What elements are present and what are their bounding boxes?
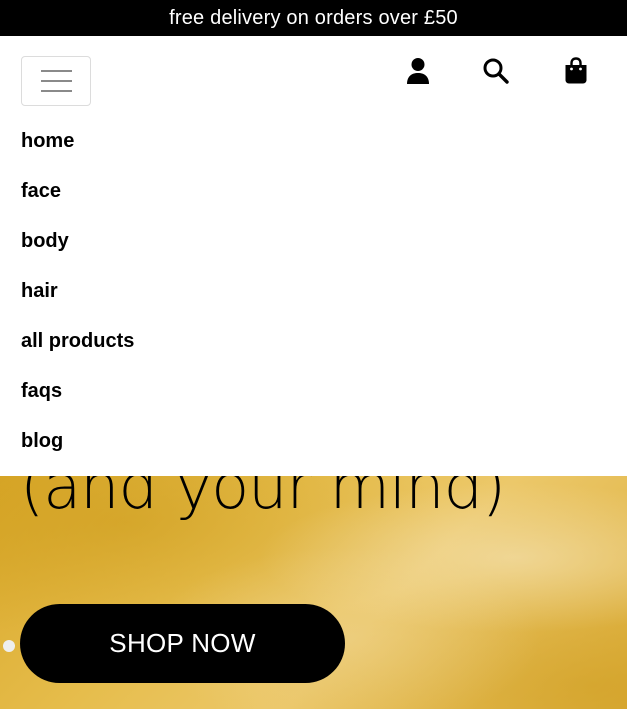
nav-item-home[interactable]: home <box>0 116 627 166</box>
menu-toggle-button[interactable] <box>21 56 91 106</box>
announcement-bar: free delivery on orders over £50 <box>0 0 627 36</box>
announcement-text: free delivery on orders over £50 <box>169 6 458 29</box>
account-icon <box>407 58 429 84</box>
shop-now-button[interactable]: SHOP NOW <box>20 604 345 683</box>
search-button[interactable] <box>481 56 511 86</box>
cart-button[interactable] <box>561 56 591 86</box>
nav-item-blog[interactable]: blog <box>0 416 627 466</box>
nav-item-all-products[interactable]: all products <box>0 316 627 366</box>
hero-banner: (and your mind) SHOP NOW <box>0 476 627 709</box>
nav-item-face[interactable]: face <box>0 166 627 216</box>
hamburger-menu-icon <box>40 80 72 82</box>
hamburger-menu-icon <box>40 70 72 72</box>
main-nav-menu: home face body hair all products faqs bl… <box>0 116 627 476</box>
hero-decoration <box>3 640 15 652</box>
nav-item-body[interactable]: body <box>0 216 627 266</box>
shopping-bag-icon <box>565 57 587 84</box>
nav-item-faqs[interactable]: faqs <box>0 366 627 416</box>
search-icon <box>483 58 509 84</box>
account-button[interactable] <box>403 56 433 86</box>
hero-heading: (and your mind) <box>20 476 506 523</box>
nav-item-hair[interactable]: hair <box>0 266 627 316</box>
hamburger-menu-icon <box>40 90 72 92</box>
site-header <box>0 36 627 116</box>
